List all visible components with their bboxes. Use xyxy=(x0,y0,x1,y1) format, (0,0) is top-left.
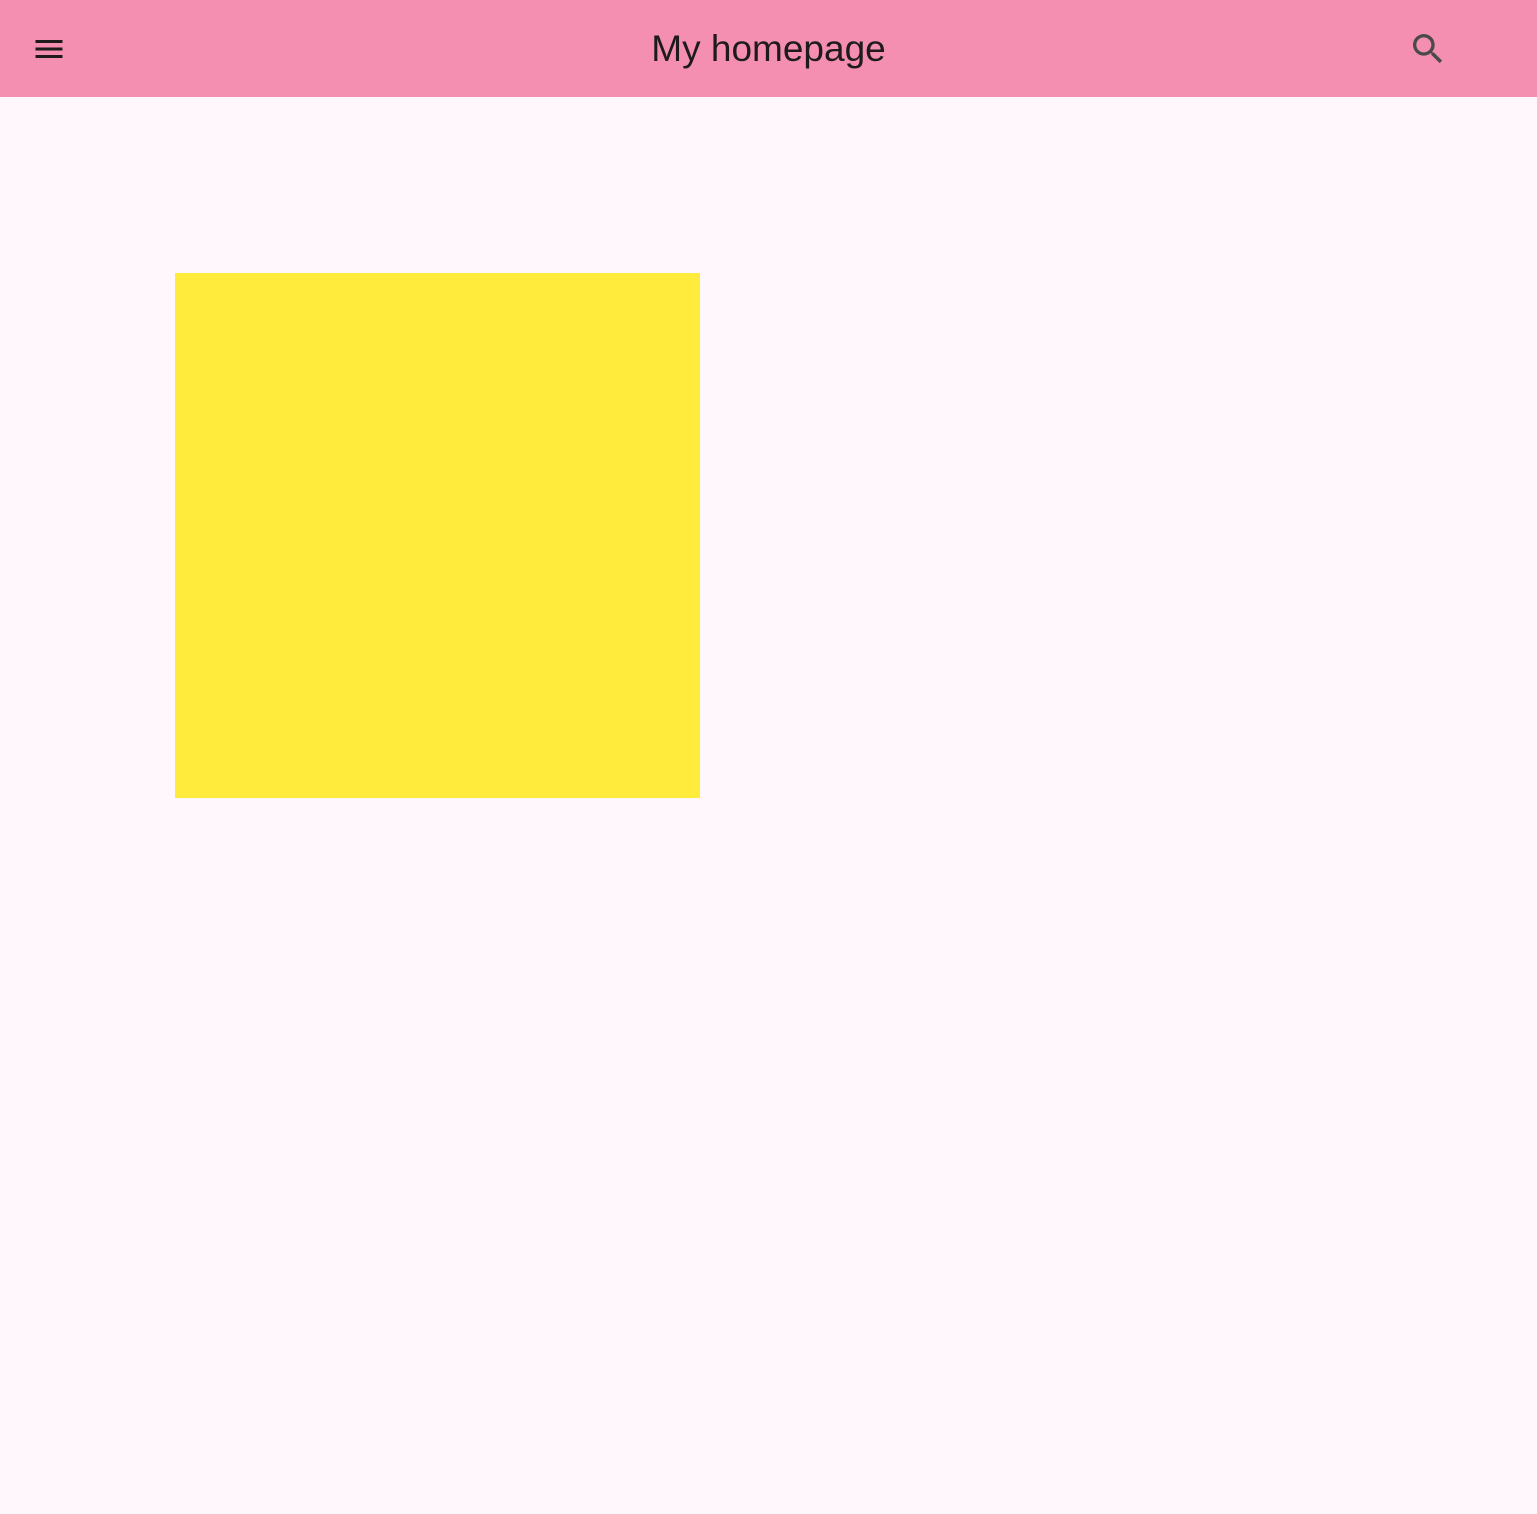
app-bar: My homepage xyxy=(0,0,1537,97)
app-window: My homepage xyxy=(0,0,1537,1514)
menu-button[interactable] xyxy=(17,17,81,81)
menu-icon xyxy=(35,40,63,58)
search-icon xyxy=(1413,34,1443,64)
main-content xyxy=(0,97,1537,1514)
yellow-box xyxy=(175,273,700,798)
search-button[interactable] xyxy=(1396,17,1460,81)
page-title: My homepage xyxy=(651,28,886,69)
